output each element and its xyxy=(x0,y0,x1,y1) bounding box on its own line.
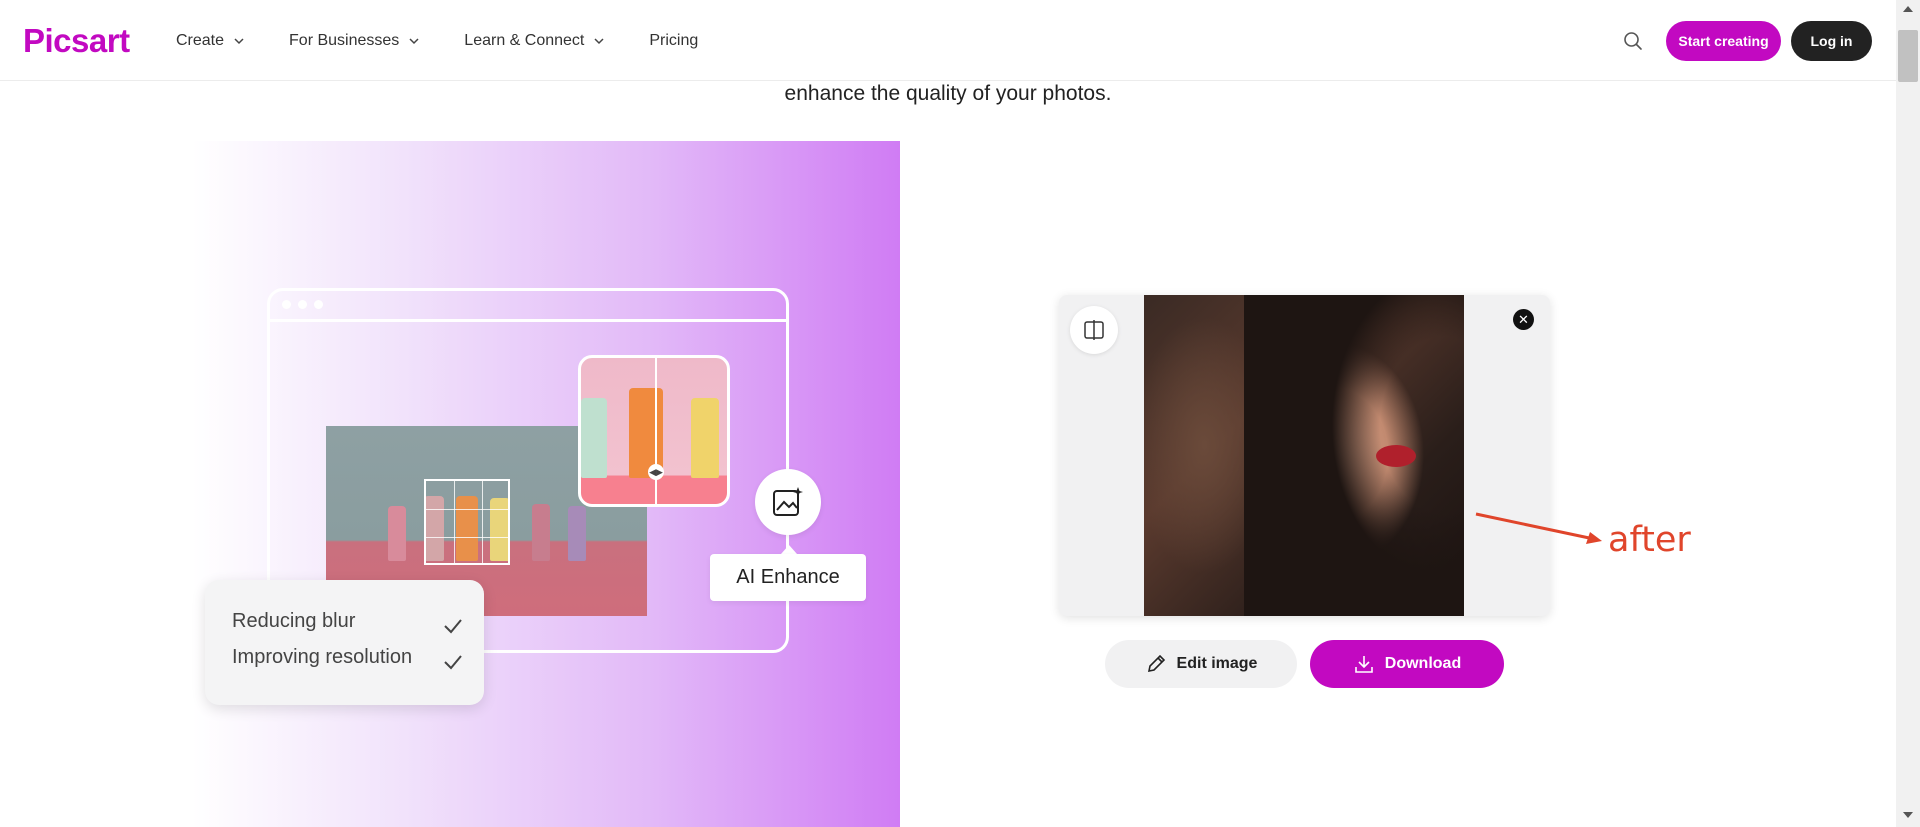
crop-grid-line xyxy=(426,537,508,538)
bottle-image xyxy=(691,398,719,478)
picsart-logo[interactable]: Picsart xyxy=(23,22,130,60)
annotation-after-label: after xyxy=(1608,520,1691,560)
scroll-down-arrow-icon[interactable] xyxy=(1903,812,1913,818)
edit-image-label: Edit image xyxy=(1176,655,1258,672)
nav-item-for-businesses[interactable]: For Businesses xyxy=(289,32,420,50)
enhanced-portrait-photo xyxy=(1144,295,1464,616)
top-navigation-bar: Picsart Create For Businesses Learn & Co… xyxy=(0,0,1896,81)
start-creating-button[interactable]: Start creating xyxy=(1666,21,1781,61)
nav-item-create[interactable]: Create xyxy=(176,32,245,50)
scroll-up-arrow-icon[interactable] xyxy=(1903,6,1913,12)
nav-item-label: Pricing xyxy=(649,31,699,49)
ai-enhance-illustration: ◀▶ AI Enhance Reducing blur Improving re… xyxy=(192,141,900,827)
checklist-item-label: Improving resolution xyxy=(232,646,413,668)
bottle-image xyxy=(568,506,586,561)
zoomed-compare-card: ◀▶ xyxy=(578,355,730,507)
crop-selection-box xyxy=(424,479,510,565)
crop-grid-line xyxy=(454,481,455,563)
compare-slider-handle-icon: ◀▶ xyxy=(648,464,664,480)
login-button[interactable]: Log in xyxy=(1791,21,1872,61)
search-icon[interactable] xyxy=(1621,29,1645,53)
download-icon xyxy=(1354,656,1373,673)
crop-grid-line xyxy=(426,509,508,510)
crop-grid-line xyxy=(482,481,483,563)
bottle-image xyxy=(388,506,406,561)
pencil-icon xyxy=(1147,654,1165,673)
chevron-down-icon xyxy=(234,37,244,44)
main-nav: Create For Businesses Learn & Connect Pr… xyxy=(176,0,742,81)
bottle-image xyxy=(532,504,550,561)
window-dot xyxy=(282,300,291,309)
photo-hair-shading xyxy=(1244,295,1464,616)
checklist-item-label: Reducing blur xyxy=(232,610,356,632)
nav-item-pricing[interactable]: Pricing xyxy=(649,32,698,50)
nav-item-label: Create xyxy=(176,31,225,49)
compare-button[interactable] xyxy=(1070,306,1118,354)
checklist-item: Improving resolution xyxy=(205,646,484,676)
window-dot xyxy=(298,300,307,309)
enhance-icon-badge xyxy=(755,469,821,535)
window-dot xyxy=(314,300,323,309)
nav-item-label: Learn & Connect xyxy=(464,31,585,49)
checkmark-icon xyxy=(444,619,462,634)
page-scrollbar[interactable] xyxy=(1896,0,1920,827)
label-pointer xyxy=(781,545,797,554)
scrollbar-thumb[interactable] xyxy=(1898,30,1918,82)
close-icon[interactable]: ✕ xyxy=(1513,309,1534,330)
bottle-image xyxy=(581,398,607,478)
annotation-arrow-icon xyxy=(1475,512,1602,544)
browser-title-bar xyxy=(270,319,786,322)
compare-divider xyxy=(655,358,657,504)
enhancement-checklist: Reducing blur Improving resolution xyxy=(205,580,484,705)
nav-item-label: For Businesses xyxy=(289,31,400,49)
download-label: Download xyxy=(1384,655,1462,672)
checklist-item: Reducing blur xyxy=(205,610,484,640)
edit-image-button[interactable]: Edit image xyxy=(1105,640,1297,688)
nav-item-learn-connect[interactable]: Learn & Connect xyxy=(464,32,605,50)
compare-icon xyxy=(1084,320,1104,340)
chevron-down-icon xyxy=(594,37,604,44)
image-sparkle-icon xyxy=(773,487,803,516)
ai-enhance-label: AI Enhance xyxy=(710,554,866,601)
chevron-down-icon xyxy=(409,37,419,44)
enhanced-result-card: ✕ xyxy=(1059,295,1550,616)
photo-lips-detail xyxy=(1376,445,1416,467)
hero-subtitle: enhance the quality of your photos. xyxy=(784,82,1112,105)
checkmark-icon xyxy=(444,655,462,670)
download-button[interactable]: Download xyxy=(1310,640,1504,688)
